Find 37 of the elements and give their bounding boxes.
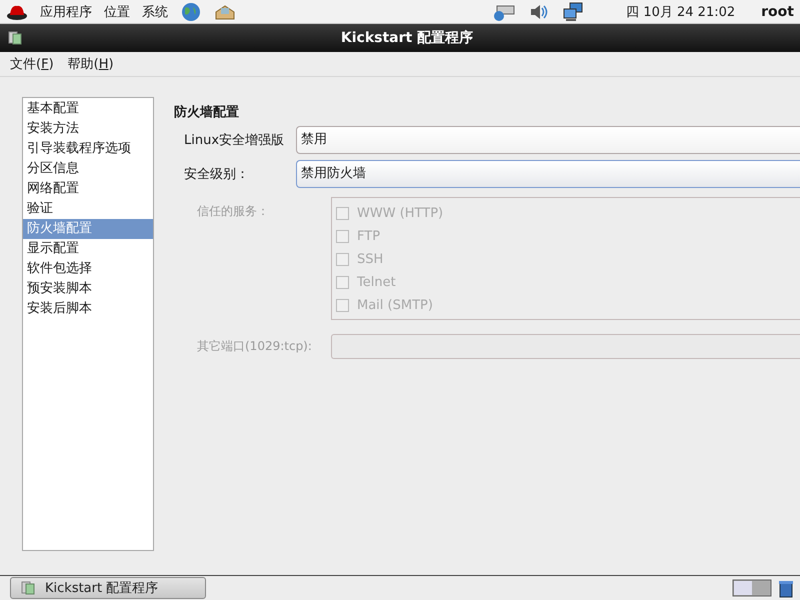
section-title: 防火墙配置 [174,104,240,121]
checkbox-label: WWW (HTTP) [357,206,444,221]
sidebar-item[interactable]: 基本配置 [23,99,153,119]
field-label: 信任的服务： [197,203,270,220]
sidebar-item[interactable]: 安装方法 [23,119,153,139]
sidebar-item[interactable]: 引导装载程序选项 [23,139,153,159]
field-label: 其它端口(1029:tcp): [197,338,313,355]
checkbox-label: SSH [357,252,384,267]
checkbox-label: Mail (SMTP) [357,298,433,313]
panel-menu[interactable]: 系统 [142,2,168,20]
user-name[interactable]: root [761,4,794,20]
menu-item[interactable]: 文件(F) [10,55,54,73]
combo-box[interactable]: 禁用 [296,126,800,154]
computers-icon[interactable] [562,2,584,22]
sidebar-item[interactable]: 显示配置 [23,239,153,259]
trash-icon[interactable] [778,578,794,598]
menu-item[interactable]: 帮助(H) [68,55,114,73]
panel-menu[interactable]: 应用程序 [40,2,92,20]
checkbox-label: Telnet [357,275,396,290]
window-title: Kickstart 配置程序 [340,29,474,47]
checkbox-label: FTP [357,229,380,244]
sidebar-item[interactable]: 网络配置 [23,179,153,199]
app-icon [8,31,22,45]
sidebar-item[interactable]: 验证 [23,199,153,219]
taskbar-button[interactable]: Kickstart 配置程序 [10,577,206,599]
sidebar-item[interactable]: 分区信息 [23,159,153,179]
panel-menu[interactable]: 位置 [104,2,130,20]
clock[interactable]: 四 10月 24 21:02 [626,2,736,20]
app-icon [21,581,35,595]
combo-box[interactable]: 禁用防火墙 [296,160,800,188]
field-label: Linux安全增强版 [184,132,286,149]
workspace-switcher-icon[interactable] [732,578,772,598]
sidebar-item[interactable]: 预安装脚本 [23,279,153,299]
sidebar-item[interactable]: 安装后脚本 [23,299,153,319]
field-label: 安全级别： [184,166,250,183]
globe-icon[interactable] [180,2,202,22]
sidebar-item[interactable]: 软件包选择 [23,259,153,279]
